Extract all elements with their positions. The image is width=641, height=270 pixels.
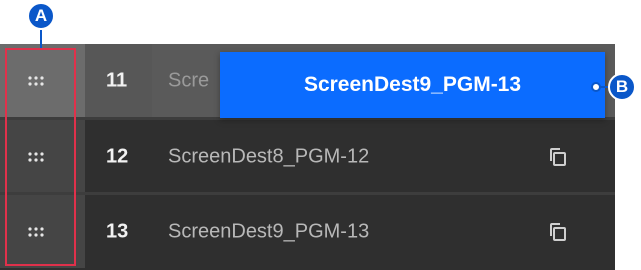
table-row[interactable]: 12 ScreenDest8_PGM-12 [0, 120, 615, 193]
callout-b-anchor [591, 82, 601, 92]
drag-handle-cell[interactable] [0, 44, 85, 117]
copy-icon[interactable] [547, 221, 569, 243]
copy-icon[interactable] [547, 146, 569, 168]
callout-a-badge: A [27, 2, 55, 30]
row-name: Scre [168, 69, 210, 91]
drag-handle-cell[interactable] [0, 195, 85, 268]
row-number: 11 [106, 69, 128, 91]
row-name: ScreenDest9_PGM-13 [168, 220, 370, 242]
drag-handle-icon[interactable] [28, 75, 44, 86]
row-number: 12 [106, 145, 129, 167]
dragged-row-ghost[interactable]: ScreenDest9_PGM-13 [220, 52, 605, 118]
row-name: ScreenDest8_PGM-12 [168, 145, 370, 167]
drag-handle-icon[interactable] [28, 226, 44, 237]
drag-handle-cell[interactable] [0, 120, 85, 193]
row-number: 13 [106, 220, 129, 242]
callout-b-badge: B [608, 73, 636, 101]
table-row[interactable]: 13 ScreenDest9_PGM-13 [0, 195, 615, 268]
drag-handle-icon[interactable] [28, 151, 44, 162]
callout-a-leader [40, 30, 42, 48]
